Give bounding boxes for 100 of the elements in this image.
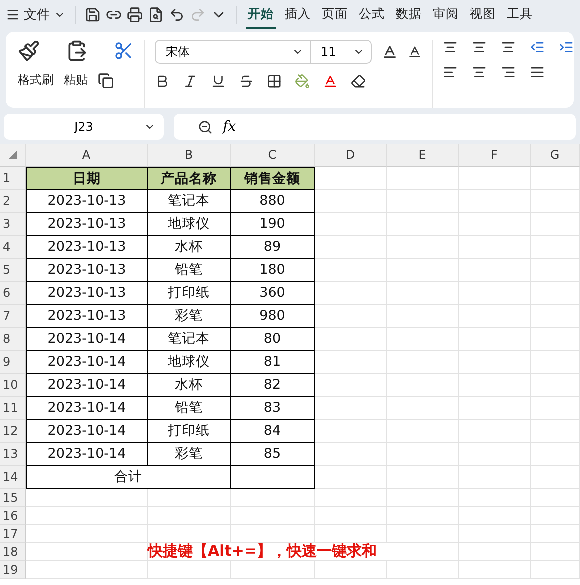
ribbon-tab[interactable]: 开始 (246, 2, 276, 28)
indent-decrease-icon[interactable] (530, 40, 545, 55)
strikethrough-icon[interactable] (239, 74, 254, 89)
row-number[interactable]: 8 (0, 328, 26, 351)
table-cell: 2023-10-13 (26, 236, 148, 259)
table-cell: 地球仪 (148, 213, 231, 236)
column-header[interactable]: B (148, 144, 231, 167)
column-header[interactable]: E (387, 144, 459, 167)
justify-icon[interactable] (530, 65, 545, 80)
row-number[interactable]: 19 (0, 561, 26, 579)
file-menu[interactable]: 文件 (6, 6, 66, 24)
align-right-icon[interactable] (501, 65, 516, 80)
save-icon[interactable] (85, 7, 101, 23)
table-cell: 190 (231, 213, 315, 236)
table-cell: 2023-10-13 (26, 213, 148, 236)
scissors-icon[interactable] (114, 41, 134, 61)
formula-field[interactable]: fx (174, 114, 576, 140)
name-box[interactable]: J23 (4, 114, 164, 140)
ribbon-tab[interactable]: 公式 (357, 2, 387, 28)
select-all-corner[interactable] (0, 144, 26, 167)
column-header[interactable]: F (459, 144, 531, 167)
bold-icon[interactable] (155, 74, 170, 89)
table-cell: 85 (231, 443, 315, 466)
column-header[interactable]: C (231, 144, 315, 167)
table-cell: 铅笔 (148, 259, 231, 282)
ribbon-tab[interactable]: 审阅 (431, 2, 461, 28)
table-cell: 2023-10-14 (26, 420, 148, 443)
triangle-icon (8, 151, 16, 159)
table-cell: 2023-10-14 (26, 351, 148, 374)
eraser-icon[interactable] (351, 74, 366, 89)
row-number[interactable]: 18 (0, 543, 26, 561)
ribbon-tab[interactable]: 数据 (394, 2, 424, 28)
column-header[interactable]: G (531, 144, 580, 167)
row-number[interactable]: 15 (0, 489, 26, 507)
redo-icon[interactable] (190, 7, 206, 23)
zoom-out-icon[interactable] (198, 120, 213, 134)
row-number[interactable]: 5 (0, 259, 26, 282)
ribbon-tab[interactable]: 工具 (505, 2, 535, 28)
row-number[interactable]: 7 (0, 305, 26, 328)
table-cell: 81 (231, 351, 315, 374)
table-cell: 水杯 (148, 374, 231, 397)
align-center-icon[interactable] (472, 65, 487, 80)
paste-label[interactable]: 粘贴 (64, 72, 88, 89)
table-cell: 彩笔 (148, 443, 231, 466)
copy-icon[interactable] (98, 72, 114, 88)
table-cell: 2023-10-14 (26, 397, 148, 420)
column-header-cell: 产品名称 (148, 167, 231, 190)
borders-icon[interactable] (267, 74, 282, 89)
table-cell: 980 (231, 305, 315, 328)
row-number[interactable]: 12 (0, 420, 26, 443)
font-name: 宋体 (166, 44, 190, 60)
table-cell: 铅笔 (148, 397, 231, 420)
row-number[interactable]: 14 (0, 466, 26, 489)
table-cell: 80 (231, 328, 315, 351)
table-cell: 2023-10-13 (26, 282, 148, 305)
table-cell: 89 (231, 236, 315, 259)
align-middle-icon[interactable] (472, 40, 487, 55)
table-cell: 84 (231, 420, 315, 443)
table-cell: 83 (231, 397, 315, 420)
italic-icon[interactable] (183, 74, 198, 89)
row-number[interactable]: 1 (0, 167, 26, 190)
row-number[interactable]: 17 (0, 525, 26, 543)
row-number[interactable]: 9 (0, 351, 26, 374)
row-number[interactable]: 2 (0, 190, 26, 213)
row-number[interactable]: 11 (0, 397, 26, 420)
ribbon-tab[interactable]: 插入 (283, 2, 313, 28)
row-number[interactable]: 16 (0, 507, 26, 525)
undo-icon[interactable] (169, 7, 185, 23)
table-cell: 180 (231, 259, 315, 282)
ribbon-tab[interactable]: 页面 (320, 2, 350, 28)
column-header[interactable]: D (315, 144, 387, 167)
function-label[interactable]: fx (223, 119, 236, 135)
row-number[interactable]: 13 (0, 443, 26, 466)
print-preview-icon[interactable] (148, 7, 164, 23)
table-cell: 笔记本 (148, 328, 231, 351)
table-cell: 2023-10-14 (26, 374, 148, 397)
fill-color-icon[interactable] (295, 74, 310, 89)
row-number[interactable]: 6 (0, 282, 26, 305)
table-cell: 水杯 (148, 236, 231, 259)
font-combo[interactable]: 宋体 11 (155, 40, 372, 64)
format-painter-label[interactable]: 格式刷 (18, 72, 54, 89)
row-number[interactable]: 10 (0, 374, 26, 397)
ribbon-tab[interactable]: 视图 (468, 2, 498, 28)
menu-icon (6, 8, 20, 22)
table-cell: 2023-10-14 (26, 443, 148, 466)
paste-icon[interactable] (66, 40, 88, 62)
print-icon[interactable] (127, 7, 143, 23)
table-cell: 880 (231, 190, 315, 213)
table-cell: 360 (231, 282, 315, 305)
font-size: 11 (321, 45, 336, 59)
row-number[interactable]: 3 (0, 213, 26, 236)
align-left-icon[interactable] (443, 65, 458, 80)
underline-icon[interactable] (211, 74, 226, 89)
column-header[interactable]: A (26, 144, 148, 167)
table-cell: 笔记本 (148, 190, 231, 213)
font-color-icon[interactable] (323, 74, 338, 89)
indent-increase-icon[interactable] (559, 40, 574, 55)
format-painter-icon[interactable] (18, 40, 40, 62)
row-number[interactable]: 4 (0, 236, 26, 259)
column-header-cell: 销售金额 (231, 167, 315, 190)
